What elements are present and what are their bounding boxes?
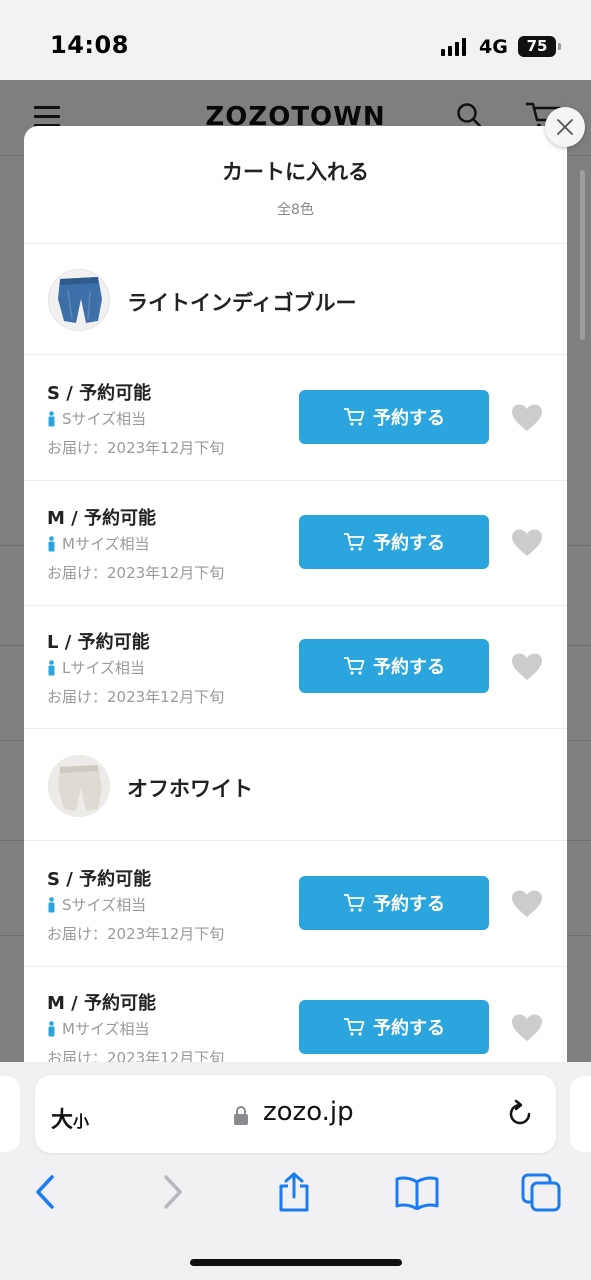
network-type: 4G — [479, 36, 508, 58]
status-time: 14:08 — [50, 31, 129, 59]
person-icon — [48, 1020, 55, 1036]
size-hint-text: Sサイズ相当 — [62, 896, 147, 914]
delivery-date: お届け：2023年12月下旬 — [47, 925, 225, 943]
product-thumbnail — [48, 269, 110, 331]
cart-icon — [344, 657, 365, 675]
heart-icon[interactable] — [511, 403, 543, 433]
reserve-label: 予約する — [373, 408, 445, 429]
share-button[interactable] — [272, 1167, 316, 1217]
share-icon — [279, 1172, 309, 1212]
cart-icon — [344, 408, 365, 426]
nav-row — [0, 1167, 591, 1227]
add-to-cart-modal: カートに入れる 全8色 ライトインディゴブルー S / 予約可能 Sサイズ相当 … — [24, 126, 567, 1062]
product-thumbnail — [48, 755, 110, 817]
size-row: S / 予約可能 Sサイズ相当 お届け：2023年12月下旬 予約する — [24, 355, 567, 479]
size-hint: Mサイズ相当 — [47, 1018, 150, 1039]
size-label: S / 予約可能 — [47, 869, 152, 890]
bookmarks-icon — [395, 1176, 439, 1210]
bookmarks-button[interactable] — [392, 1167, 442, 1217]
size-label: S / 予約可能 — [47, 383, 152, 404]
cart-icon — [344, 1018, 365, 1036]
reserve-label: 予約する — [373, 533, 445, 554]
back-button[interactable] — [25, 1167, 65, 1217]
tabs-icon — [521, 1173, 561, 1212]
person-icon — [48, 659, 55, 675]
close-button[interactable] — [545, 107, 585, 147]
tabs-button[interactable] — [518, 1167, 564, 1217]
divider — [24, 728, 567, 729]
scrollbar[interactable] — [580, 170, 585, 340]
size-label: M / 予約可能 — [47, 508, 157, 529]
status-bar: 14:08 4G 75 — [0, 0, 591, 80]
delivery-date: お届け：2023年12月下旬 — [47, 688, 225, 706]
color-name: オフホワイト — [127, 777, 253, 801]
color-count: 全8色 — [277, 202, 314, 218]
url-domain[interactable]: zozo.jp — [263, 1097, 354, 1127]
address-bar[interactable]: 大小 zozo.jp — [35, 1075, 556, 1153]
person-icon — [48, 535, 55, 551]
battery-icon: 75 — [518, 36, 561, 57]
color-header-off-white: オフホワイト — [24, 730, 567, 840]
reload-icon[interactable] — [505, 1099, 535, 1129]
size-hint-text: Mサイズ相当 — [62, 535, 150, 553]
text-size-button[interactable]: 大小 — [51, 1102, 89, 1134]
heart-icon[interactable] — [511, 652, 543, 682]
text-size-large: 大 — [51, 1108, 74, 1133]
reserve-button[interactable]: 予約する — [299, 639, 489, 693]
next-tab-preview[interactable] — [570, 1076, 591, 1152]
close-icon — [557, 119, 573, 135]
size-row: M / 予約可能 Mサイズ相当 お届け：2023年12月下旬 予約する — [24, 480, 567, 604]
size-label: M / 予約可能 — [47, 993, 157, 1014]
text-size-small: 小 — [73, 1112, 90, 1131]
person-icon — [48, 410, 55, 426]
cart-icon — [344, 894, 365, 912]
previous-tab-preview[interactable] — [0, 1076, 20, 1152]
cart-icon — [344, 533, 365, 551]
delivery-date: お届け：2023年12月下旬 — [47, 439, 225, 457]
modal-title: カートに入れる — [222, 160, 369, 184]
size-row: L / 予約可能 Lサイズ相当 お届け：2023年12月下旬 予約する — [24, 604, 567, 728]
size-label: L / 予約可能 — [47, 632, 150, 653]
color-header-light-indigo: ライトインディゴブルー — [24, 244, 567, 354]
home-indicator[interactable] — [190, 1259, 402, 1266]
delivery-date: お届け：2023年12月下旬 — [47, 1049, 225, 1062]
reserve-button[interactable]: 予約する — [299, 390, 489, 444]
size-row: M / 予約可能 Mサイズ相当 お届け：2023年12月下旬 予約する — [24, 965, 567, 1062]
size-hint-text: Sサイズ相当 — [62, 410, 147, 428]
reserve-button[interactable]: 予約する — [299, 1000, 489, 1054]
forward-icon — [164, 1175, 182, 1209]
forward-button[interactable] — [153, 1167, 193, 1217]
back-icon — [36, 1175, 54, 1209]
browser-toolbar: 大小 zozo.jp — [0, 1062, 591, 1280]
heart-icon[interactable] — [511, 1013, 543, 1043]
person-icon — [48, 896, 55, 912]
reserve-label: 予約する — [373, 657, 445, 678]
heart-icon[interactable] — [511, 889, 543, 919]
lock-icon — [234, 1106, 248, 1125]
reserve-label: 予約する — [373, 1018, 445, 1039]
reserve-label: 予約する — [373, 894, 445, 915]
size-row: S / 予約可能 Sサイズ相当 お届け：2023年12月下旬 予約する — [24, 841, 567, 965]
size-hint-text: Lサイズ相当 — [62, 659, 145, 677]
color-name: ライトインディゴブルー — [127, 291, 357, 315]
size-hint: Sサイズ相当 — [47, 894, 146, 915]
size-hint: Mサイズ相当 — [47, 533, 150, 554]
heart-icon[interactable] — [511, 528, 543, 558]
reserve-button[interactable]: 予約する — [299, 876, 489, 930]
reserve-button[interactable]: 予約する — [299, 515, 489, 569]
size-hint-text: Mサイズ相当 — [62, 1020, 150, 1038]
delivery-date: お届け：2023年12月下旬 — [47, 564, 225, 582]
size-hint: Sサイズ相当 — [47, 408, 146, 429]
size-hint: Lサイズ相当 — [47, 657, 145, 678]
signal-icon — [441, 38, 466, 56]
